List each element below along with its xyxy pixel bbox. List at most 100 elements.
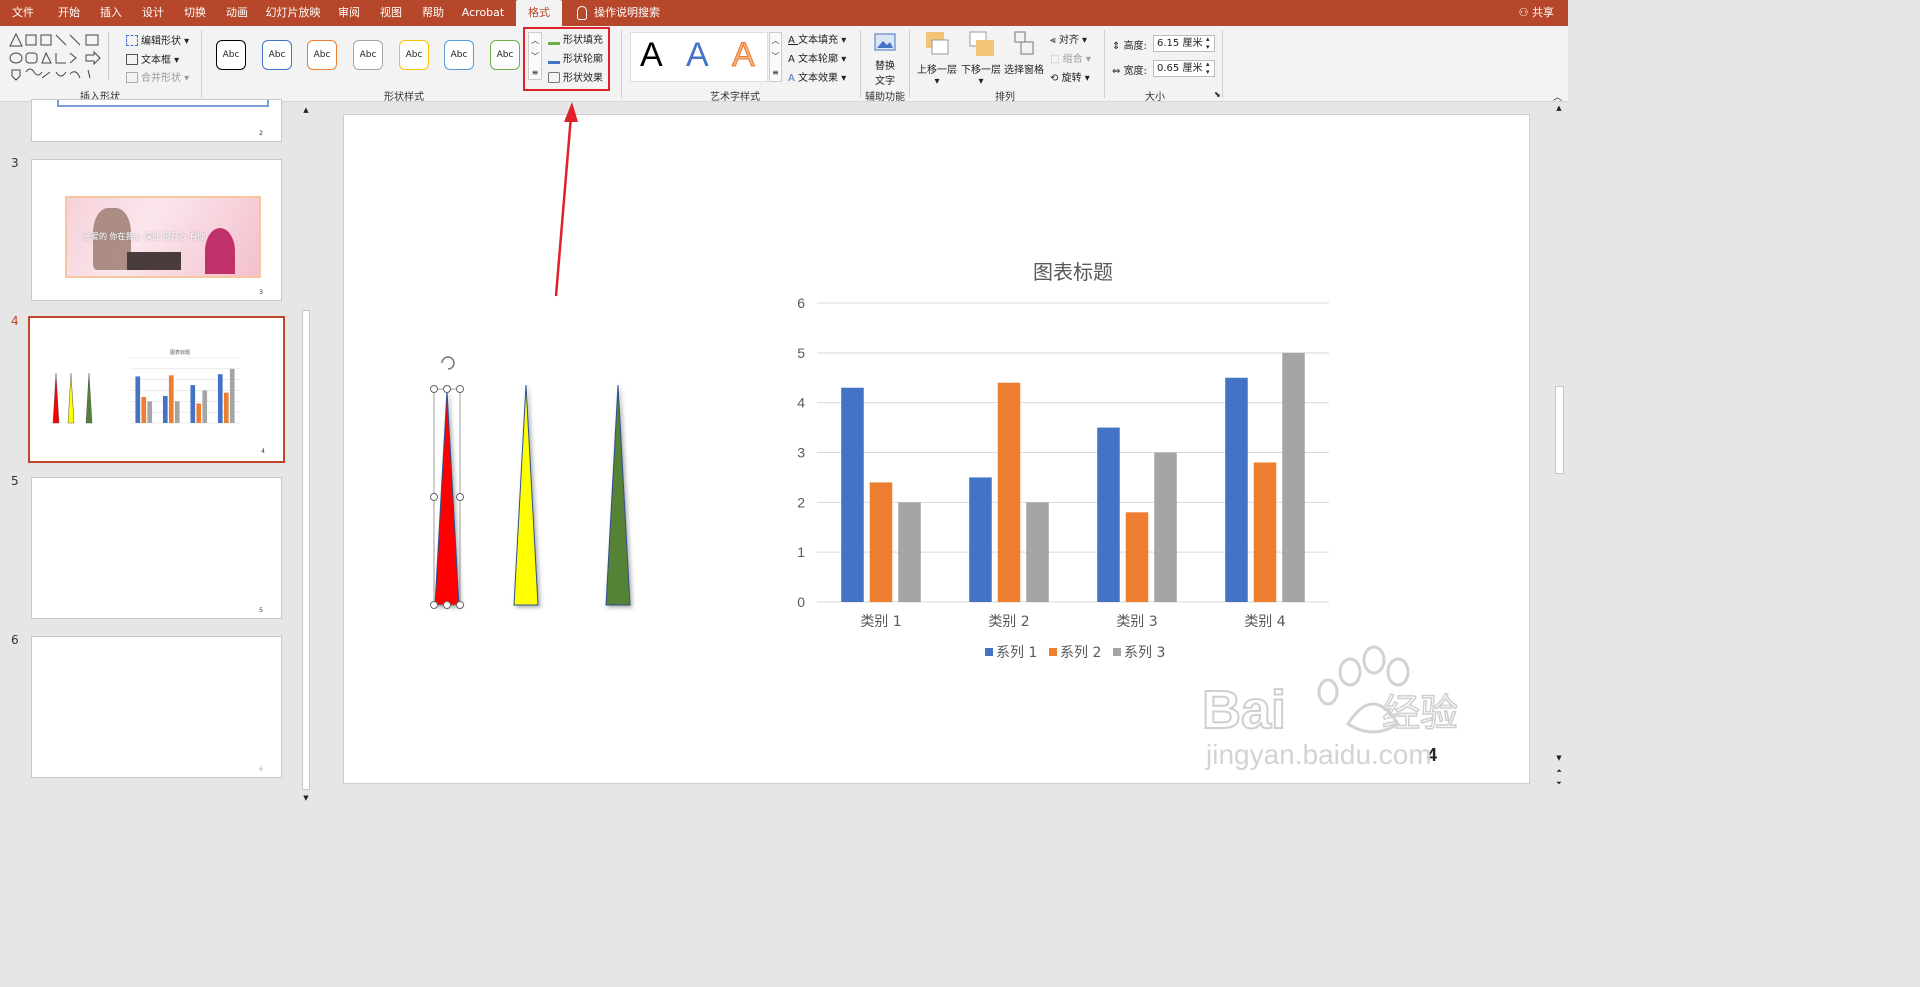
bar-chart[interactable]: 0 1 2 3 4 5 6 类别 1 类别 2 类别 3 类别 4 图表标题系列 1 系列 2 系列 3 — [797, 260, 1329, 661]
selection-pane-button[interactable]: 选择窗格 — [1003, 30, 1045, 76]
text-fill-button[interactable]: A 文本填充 ▾ — [788, 31, 846, 46]
bar-1-1[interactable] — [135, 376, 141, 423]
ribbon: 编辑形状 ▾ 文本框 ▾ 合并形状 ▾ 插入形状 Abc Abc Abc Abc… — [0, 26, 1568, 103]
tab-help[interactable]: 帮助 — [416, 0, 450, 26]
tab-format[interactable]: 格式 — [516, 0, 562, 26]
legend-entry[interactable]: 系列 2 — [1060, 645, 1101, 661]
triangle-shape-red[interactable] — [434, 390, 460, 606]
slide-thumbnail-4[interactable]: 图表标题 4 — [28, 316, 285, 463]
bar-1-3[interactable] — [1097, 427, 1120, 602]
shape-style-preset[interactable]: Abc — [444, 40, 474, 70]
shape-gallery[interactable] — [8, 32, 106, 82]
tab-review[interactable]: 审阅 — [332, 0, 366, 26]
bar-2-3[interactable] — [1125, 512, 1149, 602]
wordart-orange[interactable]: A — [732, 36, 756, 75]
shape-style-preset[interactable]: Abc — [307, 40, 337, 70]
next-slide-icon[interactable]: ⏷ — [1553, 779, 1565, 788]
rotate-button[interactable]: ⟲ 旋转 ▾ — [1050, 69, 1090, 84]
y-tick-label: 5 — [797, 345, 805, 361]
shape-style-preset[interactable]: Abc — [490, 40, 520, 70]
bar-2-2[interactable] — [168, 375, 174, 423]
bar-2-4[interactable] — [223, 392, 229, 423]
bar-3-4[interactable] — [1282, 352, 1305, 602]
slide-thumbnail-2[interactable]: 2 — [31, 99, 282, 142]
group-button[interactable]: ⬚ 组合 ▾ — [1050, 50, 1091, 65]
scroll-down-icon[interactable]: ▼ — [300, 794, 312, 802]
bar-1-4[interactable] — [217, 374, 223, 423]
slide-thumbnail-3[interactable]: 亲爱的 你在我心 深处 很开心 有你 3 — [31, 159, 282, 301]
bar-1-1[interactable] — [841, 387, 864, 602]
bar-2-4[interactable] — [1253, 462, 1277, 602]
bar-3-2[interactable] — [174, 401, 180, 423]
wordart-black[interactable]: A — [640, 36, 663, 75]
tell-me-search[interactable]: 操作说明搜索 — [594, 0, 664, 26]
shape-style-preset[interactable]: Abc — [216, 40, 246, 70]
watermark-url: jingyan.baidu.com — [1205, 739, 1432, 770]
scroll-up-icon[interactable]: ▲ — [300, 106, 312, 114]
bar-2-3[interactable] — [196, 403, 202, 424]
text-box-button[interactable]: 文本框 ▾ — [126, 51, 179, 66]
chart-title[interactable]: 图表标题 — [1033, 260, 1113, 284]
tab-transitions[interactable]: 切换 — [178, 0, 212, 26]
width-spinner[interactable]: ▴ ▾ — [1206, 60, 1210, 76]
tab-home[interactable]: 开始 — [52, 0, 86, 26]
legend-entry[interactable]: 系列 1 — [996, 645, 1037, 661]
bar-2-1[interactable] — [869, 482, 893, 602]
thumbnail-scrollbar[interactable]: ▲ ▼ — [300, 106, 312, 802]
bar-3-3[interactable] — [1154, 452, 1177, 603]
slide-scroll-thumb[interactable] — [1555, 386, 1564, 474]
align-button[interactable]: ⫷ 对齐 ▾ — [1050, 31, 1087, 46]
height-spinner[interactable]: ▴ ▾ — [1206, 35, 1210, 51]
slide-scrollbar[interactable]: ▲ ▼ ⏶ ⏷ — [1553, 104, 1565, 787]
thumbnail-scroll-thumb[interactable] — [302, 310, 310, 790]
tab-design[interactable]: 设计 — [136, 0, 170, 26]
bar-3-4[interactable] — [229, 368, 235, 423]
y-tick-label: 3 — [797, 445, 805, 461]
bar-1-3[interactable] — [190, 385, 196, 423]
edit-shape-button[interactable]: 编辑形状 ▾ — [126, 32, 189, 47]
slide-number-3: 3 — [11, 156, 19, 170]
slide-thumbnail-6[interactable]: 6 — [31, 636, 282, 778]
tab-animations[interactable]: 动画 — [220, 0, 254, 26]
shape-style-preset[interactable]: Abc — [262, 40, 292, 70]
rotate-handle-icon[interactable] — [441, 356, 455, 370]
bar-3-2[interactable] — [1026, 502, 1049, 602]
wordart-gallery-scroll[interactable]: ︿ ﹀ ≡ — [769, 32, 782, 82]
alt-text-button[interactable]: 替换 文字 — [868, 30, 902, 87]
wordart-blue[interactable]: A — [686, 36, 709, 75]
bring-forward-button[interactable]: 上移一层 ▾ — [916, 30, 958, 87]
legend-swatch — [1113, 648, 1121, 656]
scroll-down-icon[interactable]: ▼ — [1553, 754, 1565, 762]
share-button[interactable]: ⚇ 共享 — [1519, 0, 1554, 26]
shape-style-preset[interactable]: Abc — [399, 40, 429, 70]
triangle-shape-yellow[interactable] — [513, 384, 539, 606]
tab-slideshow[interactable]: 幻灯片放映 — [262, 0, 324, 26]
shape-style-preset[interactable]: Abc — [353, 40, 383, 70]
bar-2-1[interactable] — [141, 397, 147, 423]
bar-1-2[interactable] — [162, 395, 168, 423]
merge-shapes-icon — [126, 72, 138, 83]
slide-thumbnail-5[interactable]: 5 — [31, 477, 282, 619]
bar-3-1[interactable] — [898, 502, 921, 602]
size-dialog-launcher-icon[interactable]: ⬊ — [1214, 90, 1221, 99]
tab-view[interactable]: 视图 — [374, 0, 408, 26]
scroll-up-icon[interactable]: ▲ — [1553, 104, 1565, 112]
bar-1-2[interactable] — [969, 477, 992, 602]
previous-slide-icon[interactable]: ⏶ — [1553, 767, 1565, 776]
bar-3-1[interactable] — [147, 401, 153, 423]
tab-acrobat[interactable]: Acrobat — [458, 0, 508, 26]
bar-2-2[interactable] — [997, 382, 1021, 602]
collapse-ribbon-icon[interactable]: ︿ — [1553, 90, 1562, 103]
bar-3-3[interactable] — [202, 390, 208, 424]
text-effects-button[interactable]: A 文本效果 ▾ — [788, 69, 846, 84]
bar-1-4[interactable] — [1225, 377, 1248, 602]
text-outline-button[interactable]: A 文本轮廓 ▾ — [788, 50, 846, 65]
legend-entry[interactable]: 系列 3 — [1124, 645, 1165, 661]
triangle-shape-green[interactable] — [605, 384, 631, 606]
merge-shapes-button[interactable]: 合并形状 ▾ — [126, 69, 189, 84]
send-backward-button[interactable]: 下移一层 ▾ — [960, 30, 1002, 87]
tab-file[interactable]: 文件 — [6, 0, 40, 26]
tab-insert[interactable]: 插入 — [94, 0, 128, 26]
separator — [860, 30, 861, 98]
shape-gallery-scroll[interactable] — [108, 32, 120, 80]
